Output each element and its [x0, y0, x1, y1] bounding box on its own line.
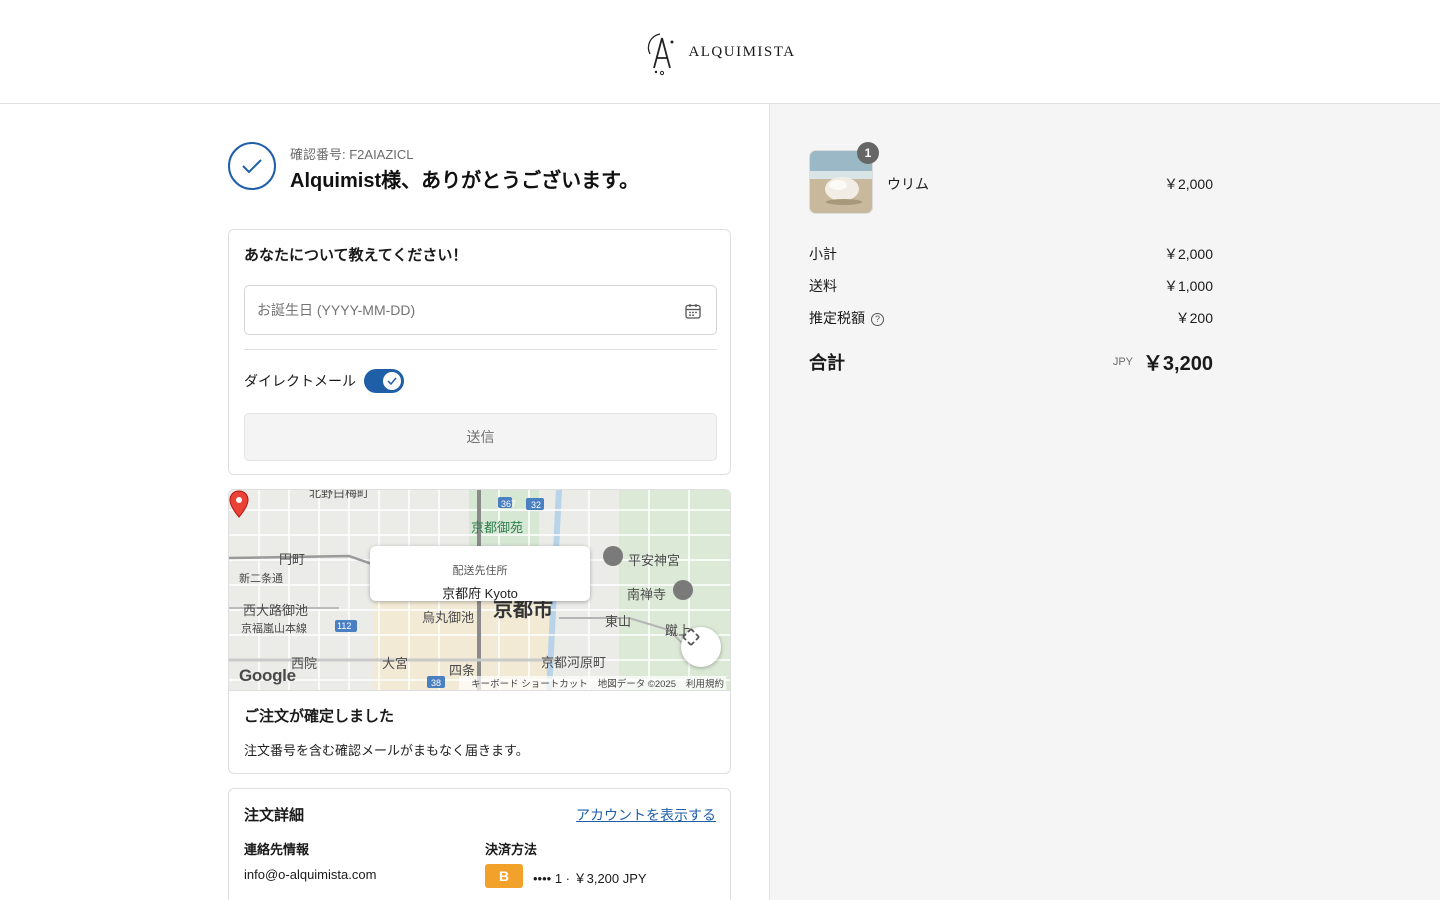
map-label: 38 [431, 678, 442, 688]
map-label: 東山 [605, 614, 632, 629]
header: ALQUIMISTA [0, 0, 1440, 104]
map-label: 112 [337, 621, 352, 631]
popup-address: 京都府 Kyoto [442, 586, 518, 601]
subtotal-value: ￥2,000 [1163, 246, 1213, 262]
map-label: 京都河原町 [541, 655, 607, 670]
map-label: 京福嵐山本線 [241, 623, 307, 635]
direct-mail-toggle[interactable] [364, 369, 404, 393]
order-details-card: 注文詳細 アカウントを表示する 連絡先情報 info@o-alquimista.… [228, 788, 731, 900]
view-account-link[interactable]: アカウントを表示する [576, 805, 716, 825]
tax-row: 推定税額? ￥200 [809, 308, 1213, 328]
map-pin-icon[interactable] [229, 490, 249, 518]
contact-email: info@o-alquimista.com [244, 867, 377, 882]
product-price: ￥2,000 [1163, 176, 1213, 192]
map-label: 京都御苑 [471, 520, 524, 535]
contact-info-title: 連絡先情報 [244, 842, 310, 857]
brand-logo[interactable]: ALQUIMISTA [644, 28, 795, 76]
check-circle-icon [228, 142, 276, 190]
map-label: 大宮 [382, 656, 409, 671]
shipping-map[interactable]: 北野白梅町 367 32 京都御苑 平安神宮 円町 新二条通 南禅寺 西大路御池… [229, 490, 730, 691]
direct-mail-label: ダイレクトメール [244, 373, 356, 389]
subtotal-label: 小計 [809, 246, 837, 262]
terms-link[interactable]: 利用規約 [686, 679, 724, 690]
map-label: 北野白梅町 [309, 490, 370, 500]
thank-you-section: 確認番号: F2AIAZICL Alquimist様、ありがとうございます。 [228, 142, 731, 202]
order-confirmed-title: ご注文が確定しました [244, 708, 395, 725]
payment-method-title: 決済方法 [485, 842, 538, 857]
quantity-badge: 1 [857, 142, 879, 164]
shipping-value: ￥1,000 [1163, 278, 1213, 294]
popup-title: 配送先住所 [452, 565, 508, 577]
order-confirmed-card: 北野白梅町 367 32 京都御苑 平安神宮 円町 新二条通 南禅寺 西大路御池… [228, 489, 731, 774]
map-label: 南禅寺 [627, 587, 667, 602]
order-summary-sidebar: 1 ウリム ￥2,000 小計 ￥2,000 送料 ￥1,000 推定税額? ￥… [769, 104, 1440, 900]
keyboard-shortcuts-link[interactable]: キーボード ショートカット [471, 679, 588, 690]
confirmation-number: 確認番号: F2AIAZICL [290, 147, 414, 162]
payment-value: •••• 1 · ￥3,200 JPY [533, 871, 647, 886]
thank-you-title: Alquimist様、ありがとうございます。 [290, 170, 640, 192]
birthday-field-wrapper [244, 285, 717, 335]
map-label: 367 [501, 499, 517, 509]
map-label: 烏丸御池 [422, 610, 475, 625]
subtotal-row: 小計 ￥2,000 [809, 244, 1213, 264]
birthday-input[interactable] [245, 286, 665, 334]
product-name: ウリム [887, 176, 929, 192]
about-you-card: あなたについて教えてください！ ダイレクトメール [228, 229, 731, 475]
map-label: 円町 [279, 552, 306, 567]
map-label: 新二条通 [239, 573, 283, 585]
map-data-credit: 地図データ ©2025 [597, 679, 676, 690]
order-details-title: 注文詳細 [244, 807, 305, 824]
brand-name: ALQUIMISTA [688, 44, 796, 60]
payment-brand-icon: B [485, 864, 523, 888]
divider [244, 349, 717, 350]
total-currency: JPY [1112, 356, 1133, 368]
toggle-check-icon [383, 372, 401, 390]
total-label: 合計 [809, 353, 845, 373]
tax-value: ￥200 [1175, 310, 1213, 326]
fullscreen-icon[interactable] [681, 627, 721, 667]
tax-label: 推定税額 [809, 310, 865, 326]
submit-button[interactable]: 送信 [244, 413, 717, 461]
map-label: 32 [531, 500, 542, 510]
order-confirmed-text: 注文番号を含む確認メールがまもなく届きます。 [244, 743, 529, 758]
about-you-title: あなたについて教えてください！ [244, 247, 468, 264]
alquimista-logo-icon [648, 32, 674, 75]
checkout-main: 確認番号: F2AIAZICL Alquimist様、ありがとうございます。 あ… [0, 104, 769, 900]
calendar-icon[interactable] [684, 302, 702, 320]
google-logo: Google [239, 666, 296, 685]
map-attribution: キーボード ショートカット 地図データ ©2025 利用規約 [459, 676, 726, 690]
shipping-label: 送料 [809, 278, 837, 294]
shipping-row: 送料 ￥1,000 [809, 276, 1213, 296]
total-row: 合計 JPY ￥3,200 [809, 347, 1213, 377]
help-icon[interactable]: ? [871, 312, 884, 326]
map-label: 平安神宮 [628, 553, 681, 568]
shipping-address-popup: 配送先住所 京都府 Kyoto [370, 546, 590, 601]
map-label: 西大路御池 [243, 603, 309, 618]
total-value: ￥3,200 [1142, 353, 1213, 375]
